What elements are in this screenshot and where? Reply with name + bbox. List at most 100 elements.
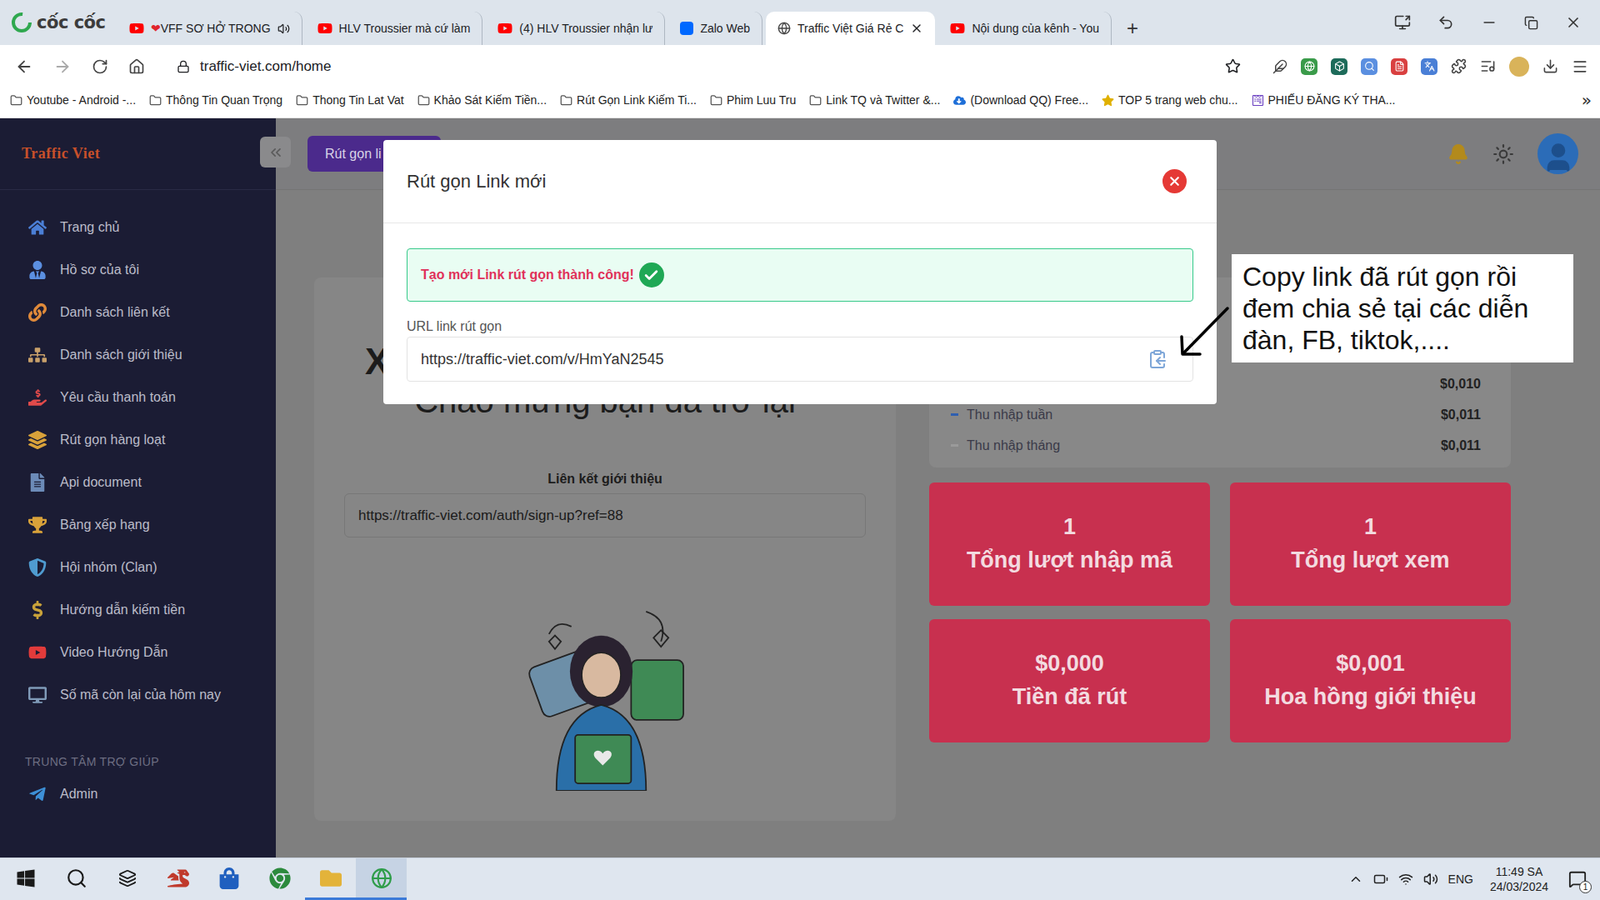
bell-icon[interactable] (1447, 143, 1470, 165)
browser-tab[interactable]: ❤VFF SƠ HỞ TRONG (117, 11, 303, 45)
menu-icon[interactable] (1571, 58, 1589, 75)
profile-avatar-icon[interactable] (1509, 56, 1530, 77)
taskbar-app[interactable] (254, 858, 305, 900)
browser-tab[interactable]: (4) HLV Troussier nhận lư (485, 11, 665, 45)
app-icon (218, 867, 240, 890)
bookmark[interactable]: Rút Gọn Link Kiếm Ti... (560, 93, 697, 107)
sidebar-item[interactable]: Rút gọn hàng loạt (0, 418, 276, 461)
new-tab-button[interactable]: + (1115, 11, 1150, 45)
referral-label: Liên kết giới thiệu (344, 471, 866, 487)
sidebar-item-icon (26, 684, 49, 706)
extension-icon[interactable] (1330, 58, 1348, 75)
copy-icon[interactable] (1147, 349, 1168, 370)
sidebar-item[interactable]: Danh sách giới thiệu (0, 333, 276, 376)
minimize-icon[interactable] (1480, 14, 1498, 31)
translate-icon[interactable] (1420, 58, 1438, 75)
theme-icon[interactable] (1492, 143, 1515, 165)
bookmark[interactable]: Thông Tin Quan Trọng (149, 93, 283, 107)
sidebar-item[interactable]: Hội nhóm (Clan) (0, 545, 276, 589)
search-button[interactable] (50, 858, 102, 900)
clock[interactable]: 11:49 SA24/03/2024 (1483, 864, 1555, 895)
bookmark[interactable]: Thong Tin Lat Vat (295, 93, 404, 107)
sidebar-item[interactable]: Bảng xếp hạng (0, 503, 276, 546)
taskbar-app[interactable] (305, 858, 356, 900)
notifications-button[interactable]: 1 (1565, 866, 1590, 892)
address-field[interactable]: traffic-viet.com/home (165, 50, 1253, 83)
bookmark[interactable]: TOP 5 trang web chu... (1101, 93, 1238, 107)
short-url-field[interactable]: https://traffic-viet.com/v/HmYaN2545 (406, 336, 1194, 382)
taskbar-app[interactable] (203, 858, 255, 900)
collapse-sidebar-button[interactable] (260, 136, 291, 168)
undo-icon[interactable] (1437, 14, 1455, 31)
app-icon (320, 867, 342, 890)
sidebar-item[interactable]: Số mã còn lại của hôm nay (0, 673, 276, 716)
bookmark[interactable]: Phim Luu Tru (710, 93, 796, 107)
playlist-icon[interactable] (1480, 58, 1496, 75)
close-modal-button[interactable] (1162, 169, 1187, 194)
taskbar-app[interactable] (355, 858, 407, 900)
taskbar: ENG 11:49 SA24/03/2024 1 (0, 857, 1600, 900)
bookmark[interactable]: Youtube - Android -... (10, 93, 136, 107)
folder-icon (417, 94, 430, 107)
browser-tab[interactable]: Traffic Việt Giá Rẻ C (765, 11, 935, 45)
sidebar-item[interactable]: Yêu cầu thanh toán (0, 375, 276, 419)
forward-icon[interactable] (53, 57, 72, 76)
browser-logo[interactable]: cốc cốc (0, 0, 118, 45)
task-view-button[interactable] (101, 858, 153, 900)
sidebar-item-icon (26, 344, 49, 366)
stat-card: $0,000Tiền đã rút (929, 619, 1210, 743)
sidebar-item[interactable]: Hồ sơ của tôi (0, 248, 276, 291)
sidebar-item[interactable]: Video Hướng Dẫn (0, 630, 276, 674)
language-indicator[interactable]: ENG (1448, 872, 1474, 886)
sidebar-item[interactable]: Trang chủ (0, 205, 276, 249)
taskbar-app[interactable] (152, 858, 204, 900)
show-hidden-icon[interactable] (1348, 871, 1364, 887)
field-label: URL link rút gọn (406, 319, 1194, 335)
referral-link-field[interactable]: https://traffic-viet.com/auth/sign-up?re… (344, 493, 866, 538)
bookmark-star-icon[interactable] (1225, 58, 1241, 75)
bookmark[interactable]: (Download QQ) Free... (953, 93, 1089, 107)
speaker-icon[interactable] (277, 22, 290, 35)
start-button[interactable] (0, 858, 51, 900)
close-window-icon[interactable] (1565, 14, 1582, 31)
browser-tab[interactable]: Nội dung của kênh - You (938, 11, 1112, 45)
sidebar-item-icon (26, 641, 49, 664)
bookmark[interactable]: Khảo Sát Kiếm Tiền... (417, 93, 547, 107)
back-icon[interactable] (15, 57, 34, 76)
search-icon (65, 867, 88, 890)
more-bookmarks[interactable]: » (1581, 90, 1592, 110)
extension-icon[interactable] (1360, 58, 1378, 75)
download-icon[interactable] (1542, 58, 1559, 75)
shorten-link-modal: Rút gọn Link mớiTạo mới Link rút gọn thà… (383, 140, 1217, 405)
site-icon (1251, 94, 1265, 107)
folder-icon (295, 94, 309, 107)
browser-tab[interactable]: Zalo Web (668, 11, 763, 45)
feather-icon[interactable] (1272, 59, 1288, 75)
sidebar-item[interactable]: Danh sách liên kết (0, 290, 276, 334)
extension-icon[interactable] (1390, 58, 1408, 75)
user-icon (1541, 140, 1575, 175)
sidebar-section-title: TRUNG TÂM TRỢ GIÚP (0, 750, 276, 773)
bookmark[interactable]: PHIẾU ĐĂNG KÝ THA... (1251, 93, 1396, 107)
puzzle-icon[interactable] (1450, 58, 1467, 75)
sidebar-item[interactable]: Admin (0, 772, 276, 815)
telegram-icon (26, 783, 49, 805)
sidebar-item[interactable]: Api document (0, 460, 276, 504)
battery-icon[interactable] (1373, 871, 1389, 887)
bookmarks-bar: Youtube - Android -... Thông Tin Quan Trọ… (0, 87, 1600, 119)
youtube-icon (129, 20, 145, 36)
sidebar-item[interactable]: Hướng dẫn kiếm tiền (0, 588, 276, 631)
bookmark[interactable]: Link TQ và Twitter &... (809, 93, 940, 107)
reload-icon[interactable] (91, 58, 109, 75)
site-logo[interactable]: Traffic Viet (0, 118, 276, 190)
restore-icon[interactable] (1524, 15, 1539, 30)
browser-tab[interactable]: HLV Troussier mà cứ làm (305, 11, 484, 45)
network-icon[interactable] (1398, 871, 1414, 887)
close-tab-icon[interactable] (910, 21, 924, 35)
user-avatar[interactable] (1537, 133, 1579, 175)
home-icon[interactable] (128, 58, 145, 75)
volume-icon[interactable] (1423, 871, 1439, 887)
screen-capture-icon[interactable] (1394, 14, 1411, 31)
check-icon (639, 262, 665, 288)
extension-icon[interactable] (1300, 58, 1318, 75)
